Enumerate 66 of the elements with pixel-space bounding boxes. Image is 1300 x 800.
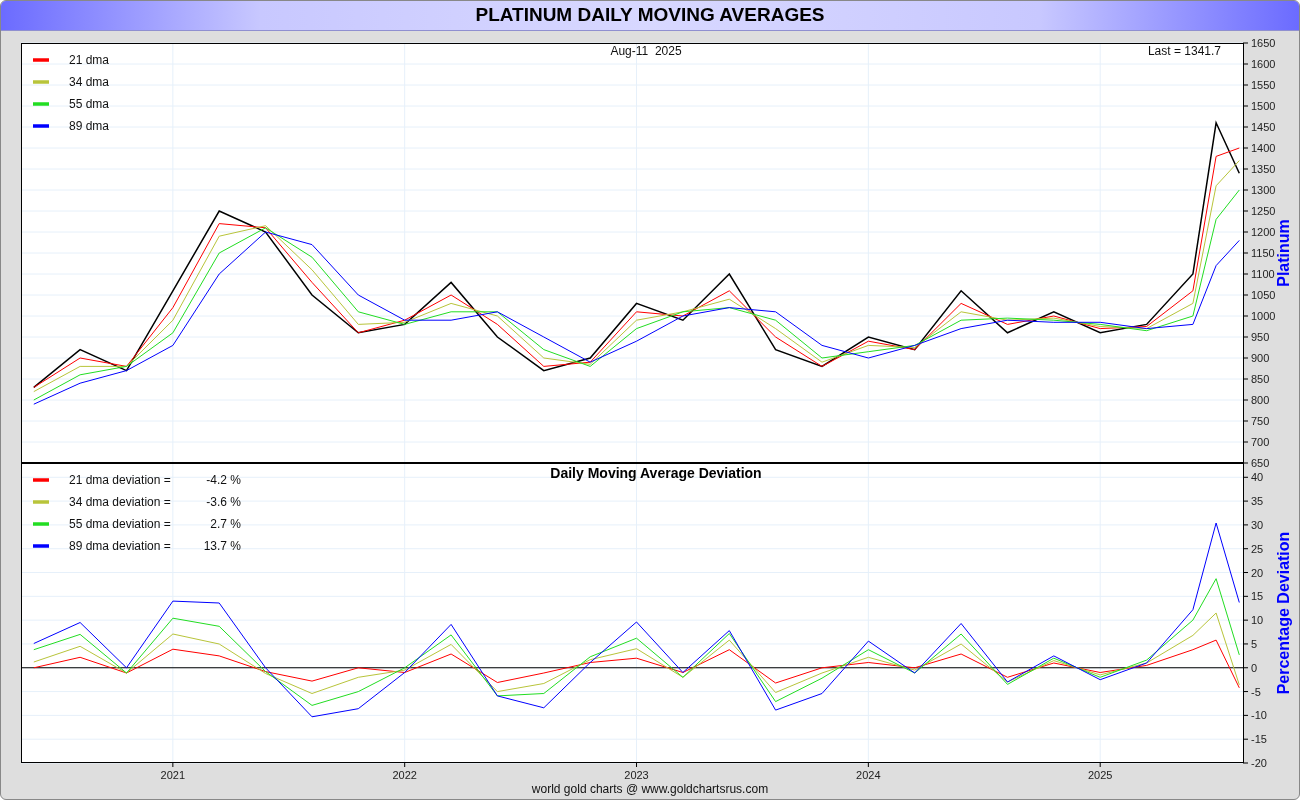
chart-title: Daily Moving Average Deviation xyxy=(550,465,762,481)
legend-swatch xyxy=(33,478,49,482)
y-tick-label: -10 xyxy=(1251,709,1267,722)
y-tick-label: 1600 xyxy=(1251,58,1276,70)
y-tick-label: 850 xyxy=(1251,373,1270,385)
y-tick-label: 1550 xyxy=(1251,79,1276,91)
y-tick-label: 5 xyxy=(1251,637,1258,650)
legend-label: 89 dma deviation = xyxy=(69,539,171,553)
legend-label: 55 dma deviation = xyxy=(69,517,171,531)
x-tick-label: 2024 xyxy=(856,769,881,781)
y-tick-label: 0 xyxy=(1251,661,1258,674)
y-tick-label: 1000 xyxy=(1251,310,1276,322)
y-tick-label: 1150 xyxy=(1251,247,1275,259)
legend-swatch xyxy=(33,102,49,106)
y-tick-label: 1300 xyxy=(1251,184,1276,196)
y-tick-label: 750 xyxy=(1251,415,1270,427)
y-tick-label: 950 xyxy=(1251,331,1270,343)
y-tick-label: -15 xyxy=(1251,733,1267,746)
y-tick-label: 40 xyxy=(1251,471,1264,484)
legend-value: -3.6 % xyxy=(206,495,241,509)
legend-swatch xyxy=(33,500,49,504)
legend-swatch xyxy=(33,124,49,128)
x-tick-label: 2021 xyxy=(160,769,186,781)
y-tick-label: 700 xyxy=(1251,436,1270,448)
y-tick-label: 1350 xyxy=(1251,163,1276,175)
y-tick-label: 1400 xyxy=(1251,142,1276,154)
x-tick-label: 2025 xyxy=(1087,769,1113,781)
last-price-label: Last = 1341.7 xyxy=(1147,44,1221,58)
legend-value: 13.7 % xyxy=(203,539,241,553)
date-label: Aug-11 2025 xyxy=(610,44,682,58)
legend-swatch xyxy=(33,80,49,84)
legend-label: 89 dma xyxy=(69,119,110,133)
y-tick-label: 15 xyxy=(1251,590,1264,603)
y-tick-label: 1200 xyxy=(1251,226,1276,238)
x-tick-label: 2022 xyxy=(392,769,417,781)
legend-swatch xyxy=(33,522,49,526)
y-tick-label: 650 xyxy=(1251,457,1270,469)
y-tick-label: 1500 xyxy=(1251,100,1276,112)
y-axis-label: Percentage Deviation xyxy=(1275,531,1292,695)
y-tick-label: 1650 xyxy=(1251,37,1276,49)
legend-label: 21 dma deviation = xyxy=(69,473,171,487)
y-tick-label: 800 xyxy=(1251,394,1270,406)
y-tick-label: 900 xyxy=(1251,352,1270,364)
y-tick-label: -20 xyxy=(1251,757,1267,769)
footer-credit: world gold charts @ www.goldchartsrus.com xyxy=(530,783,770,795)
y-tick-label: 25 xyxy=(1251,542,1264,555)
legend-label: 34 dma deviation = xyxy=(69,495,171,509)
legend-swatch xyxy=(33,544,49,548)
y-tick-label: 20 xyxy=(1251,566,1264,579)
y-tick-label: 1450 xyxy=(1251,121,1276,133)
legend-label: 55 dma xyxy=(69,97,110,111)
y-tick-label: 1100 xyxy=(1251,268,1275,280)
y-axis-label: Platinum xyxy=(1275,219,1292,287)
y-tick-label: 10 xyxy=(1251,614,1264,627)
legend-swatch xyxy=(33,58,49,62)
y-tick-label: -5 xyxy=(1251,685,1261,698)
y-tick-label: 1050 xyxy=(1251,289,1276,301)
legend-label: 21 dma xyxy=(69,53,110,67)
legend-value: -4.2 % xyxy=(206,473,241,487)
window-title: PLATINUM DAILY MOVING AVERAGES xyxy=(1,1,1299,31)
legend-value: 2.7 % xyxy=(210,517,241,531)
legend-label: 34 dma xyxy=(69,75,110,89)
y-tick-label: 30 xyxy=(1251,518,1264,531)
x-tick-label: 2023 xyxy=(624,769,649,781)
y-tick-label: 1250 xyxy=(1251,205,1276,217)
y-tick-label: 35 xyxy=(1251,495,1264,508)
